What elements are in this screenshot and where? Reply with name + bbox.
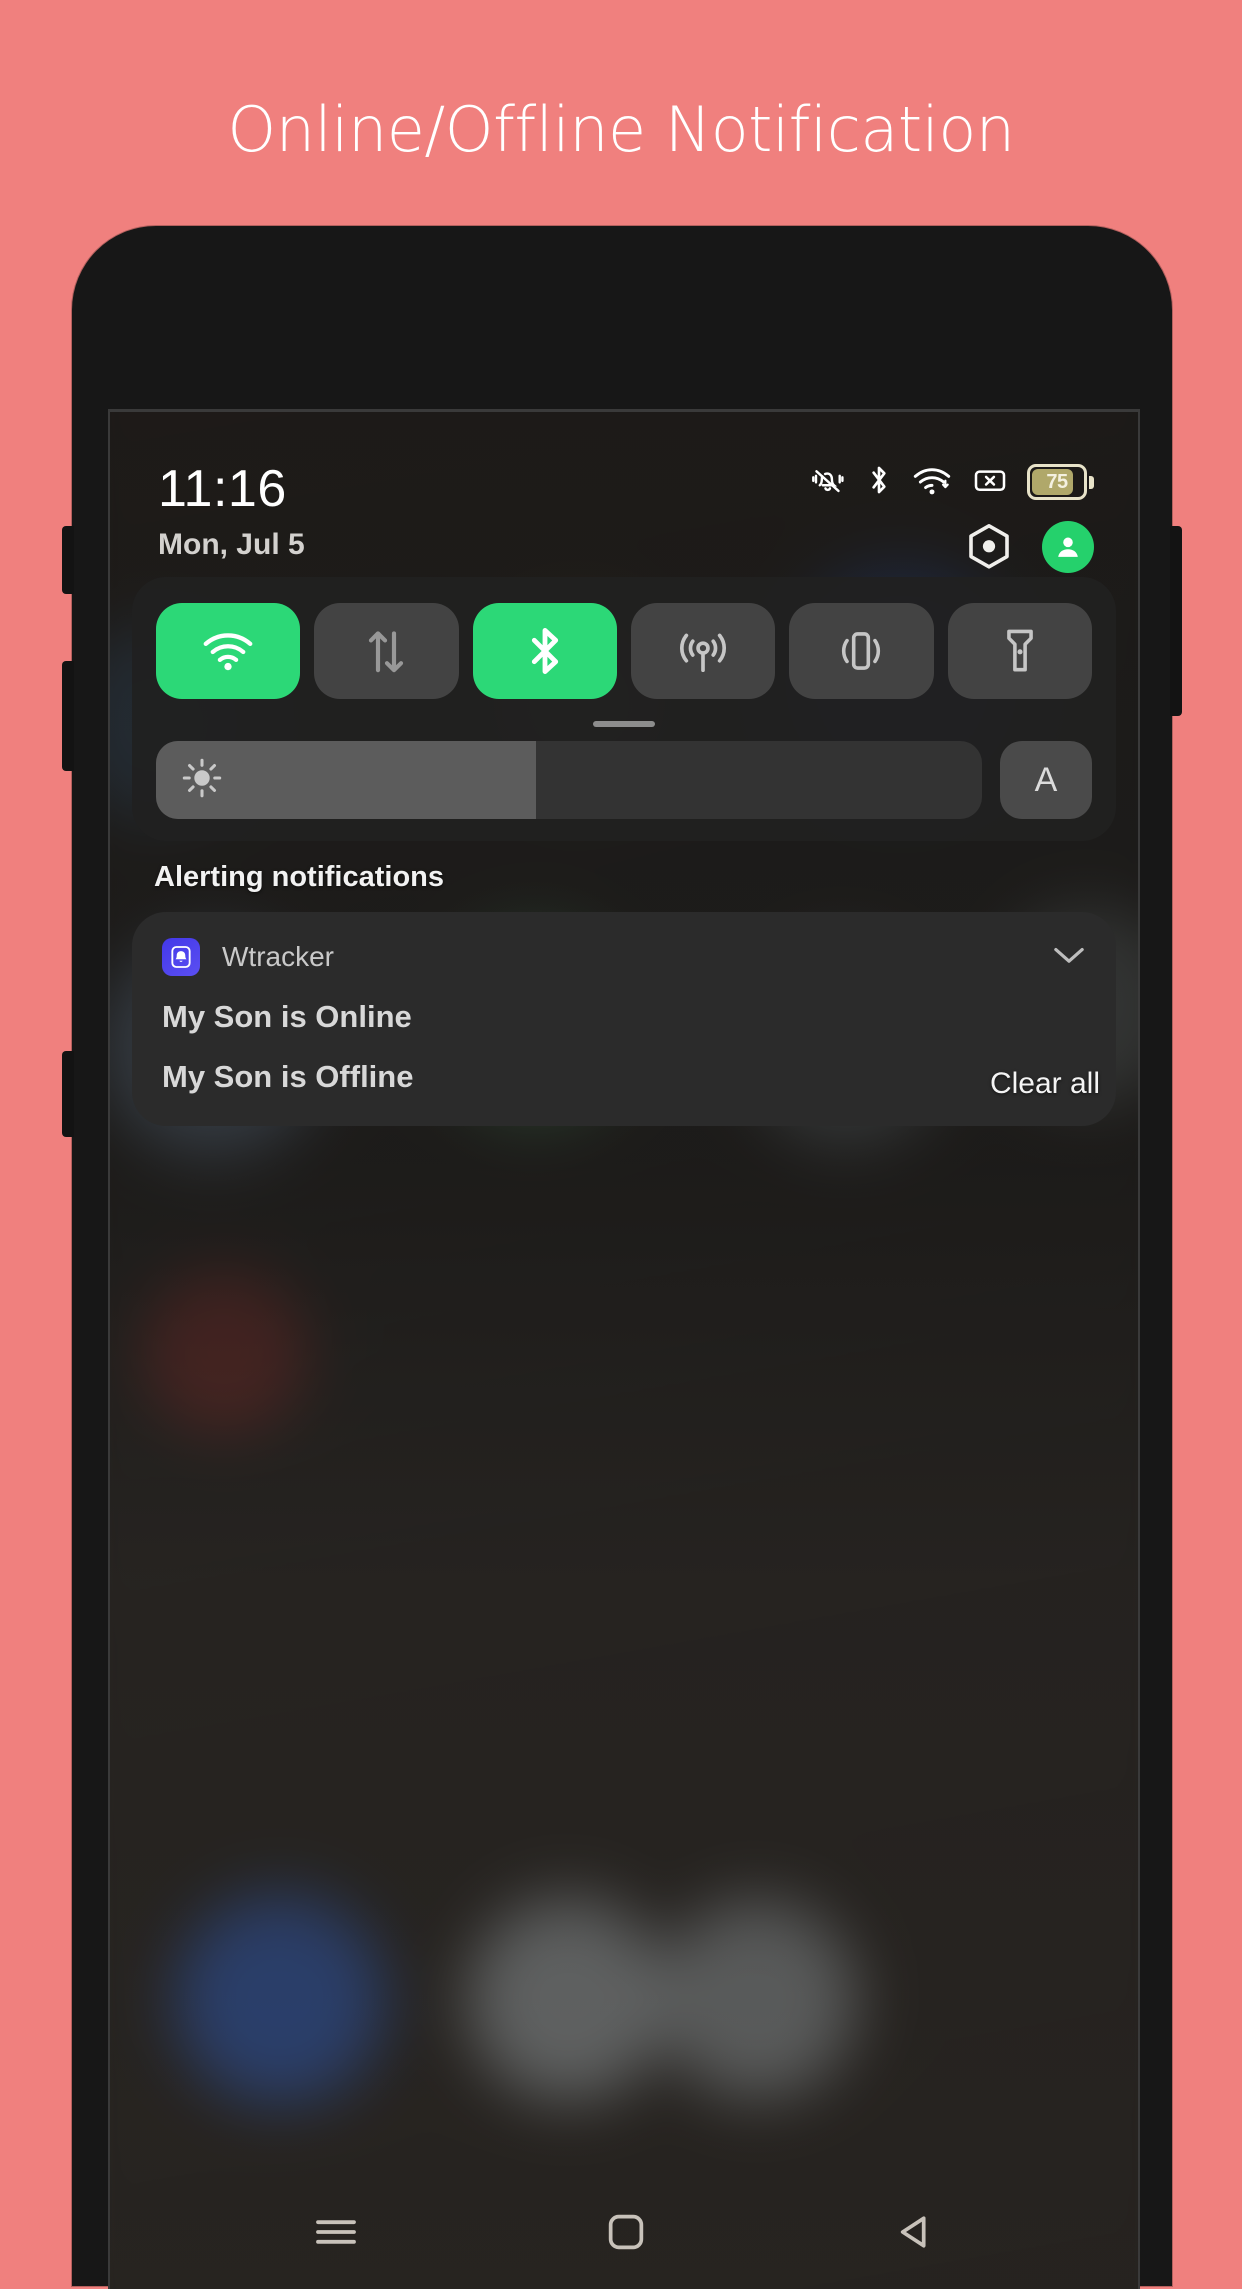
navigation-bar [110,2179,1138,2289]
home-button[interactable] [605,2211,647,2258]
quick-settings-tiles [156,603,1092,699]
notification-line-1: My Son is Online [162,999,412,1034]
volume-down-button[interactable] [62,661,74,771]
brightness-sun-icon [182,758,222,803]
recents-button[interactable] [313,2214,359,2255]
clear-all-button[interactable]: Clear all [990,1067,1100,1101]
user-avatar[interactable] [1042,521,1094,573]
notification-line-2: My Son is Offline [162,1059,414,1094]
bluetooth-tile[interactable] [472,603,617,699]
notification-app-name: Wtracker [222,941,334,972]
wifi-icon [911,464,953,501]
back-button[interactable] [893,2211,935,2258]
mobile-data-tile[interactable] [314,603,459,699]
vibrate-tile[interactable] [789,603,934,699]
flashlight-tile[interactable] [947,603,1092,699]
clock-block: 11:16 Mon, Jul 5 [158,460,305,562]
chevron-down-icon[interactable] [1052,944,1086,971]
power-button[interactable] [1170,526,1182,716]
volume-up-button[interactable] [62,526,74,594]
phone-frame: 75 11:16 Mon, Jul 5 A Alerting notificat… [62,226,1182,2289]
assistant-button[interactable] [62,1051,74,1137]
quick-settings-drag-handle[interactable] [593,721,655,727]
bluetooth-icon [867,464,891,501]
hotspot-tile[interactable] [630,603,776,699]
vibrate-off-icon [809,465,847,500]
brightness-row: A [156,741,1092,819]
page-title: Online/Offline Notification [227,93,1015,166]
clock-date: Mon, Jul 5 [158,528,305,561]
quick-settings-panel: A [132,577,1116,841]
notification-card-wtracker[interactable]: Wtracker My Son is Online My Son is Offl… [132,912,1116,1126]
auto-brightness-button[interactable]: A [1000,741,1092,819]
brightness-slider[interactable] [156,741,982,819]
battery-percent-label: 75 [1046,470,1068,493]
clock-time: 11:16 [158,460,287,518]
alerting-notifications-header: Alerting notifications [154,861,444,893]
notification-header: Wtracker [162,938,1086,976]
wtracker-app-icon [162,938,200,976]
status-icon-group: 75 [809,464,1094,501]
sim-missing-icon [973,466,1007,499]
shade-top-actions [962,520,1094,574]
settings-hexagon-icon[interactable] [962,520,1016,574]
phone-screen: 75 11:16 Mon, Jul 5 A Alerting notificat… [108,409,1140,2289]
battery-icon: 75 [1027,464,1094,500]
wifi-tile[interactable] [156,603,301,699]
